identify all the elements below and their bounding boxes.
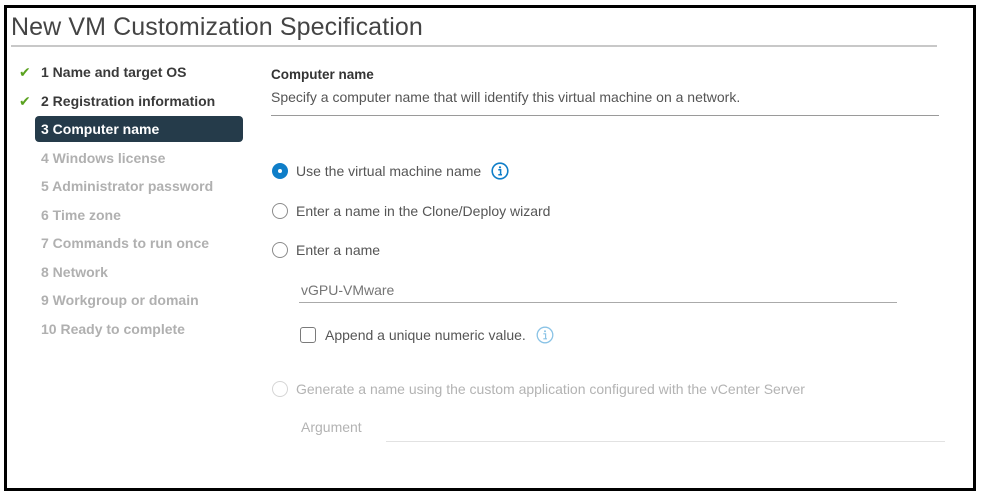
option-custom-application: Generate a name using the custom applica…	[272, 381, 805, 397]
check-icon: ✔	[19, 92, 31, 109]
option-clone-deploy-wizard[interactable]: Enter a name in the Clone/Deploy wizard	[272, 203, 550, 219]
append-numeric-option[interactable]: Append a unique numeric value.	[300, 326, 554, 344]
append-numeric-label: Append a unique numeric value.	[325, 326, 526, 343]
step-label: 9 Workgroup or domain	[41, 292, 199, 308]
computer-name-input[interactable]	[299, 278, 897, 303]
step-label: 7 Commands to run once	[41, 235, 210, 251]
section-description: Specify a computer name that will identi…	[271, 89, 741, 105]
option-label: Use the virtual machine name	[296, 162, 482, 179]
step-label: 2 Registration information	[41, 92, 216, 109]
step-label: 8 Network	[41, 263, 108, 280]
radio-clone-deploy-wizard[interactable]	[272, 203, 288, 219]
dialog-title: New VM Customization Specification	[11, 13, 423, 41]
radio-use-vm-name[interactable]	[272, 162, 288, 179]
title-divider	[11, 45, 937, 47]
wizard-steps-nav: ✔ 1 Name and target OS ✔ 2 Registration …	[10, 58, 250, 343]
info-icon[interactable]	[536, 326, 554, 344]
section-divider	[271, 115, 939, 116]
option-label: Generate a name using the custom applica…	[296, 381, 805, 397]
step-ready-to-complete: 10 Ready to complete	[10, 315, 250, 344]
option-label: Enter a name in the Clone/Deploy wizard	[296, 203, 551, 219]
step-label: 4 Windows license	[41, 149, 166, 166]
argument-label: Argument	[301, 419, 362, 435]
step-label: 5 Administrator password	[41, 178, 214, 194]
option-label: Enter a name	[296, 242, 381, 258]
step-network: 8 Network	[10, 258, 250, 287]
step-time-zone: 6 Time zone	[10, 201, 250, 230]
check-icon: ✔	[19, 64, 31, 80]
option-use-vm-name[interactable]: Use the virtual machine name	[272, 162, 509, 180]
step-label: 3 Computer name	[41, 121, 160, 137]
step-windows-license: 4 Windows license	[10, 144, 250, 173]
section-header: Computer name Specify a computer name th…	[271, 62, 939, 116]
append-numeric-checkbox[interactable]	[300, 326, 316, 343]
radio-custom-application	[272, 381, 288, 397]
section-title: Computer name	[271, 67, 374, 82]
step-name-and-target-os[interactable]: ✔ 1 Name and target OS	[10, 58, 250, 87]
step-label: 1 Name and target OS	[41, 64, 187, 80]
argument-input	[386, 414, 945, 442]
step-computer-name[interactable]: 3 Computer name	[35, 116, 243, 142]
option-enter-name[interactable]: Enter a name	[272, 242, 380, 258]
info-icon[interactable]	[491, 162, 509, 180]
radio-enter-name[interactable]	[272, 242, 288, 258]
step-workgroup-or-domain: 9 Workgroup or domain	[10, 286, 250, 315]
step-registration-information[interactable]: ✔ 2 Registration information	[10, 87, 250, 116]
step-label: 6 Time zone	[41, 206, 121, 223]
step-commands-to-run-once: 7 Commands to run once	[10, 229, 250, 258]
step-administrator-password: 5 Administrator password	[10, 172, 250, 201]
step-label: 10 Ready to complete	[41, 320, 185, 337]
